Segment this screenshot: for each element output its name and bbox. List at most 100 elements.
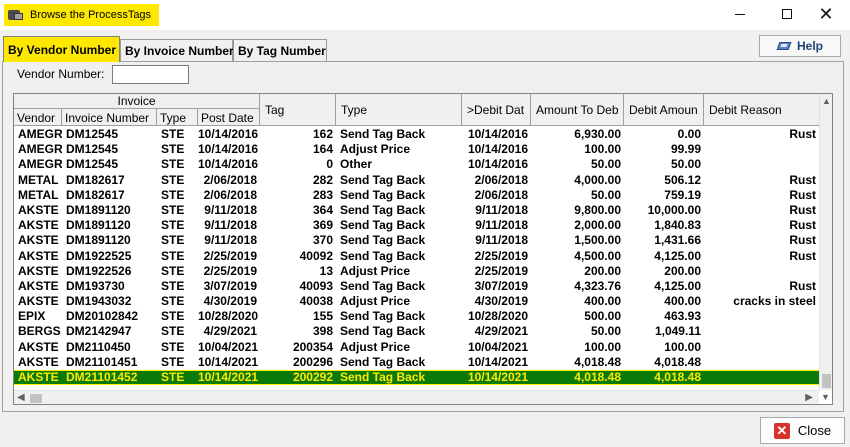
cell-post-date: 9/11/2018 xyxy=(204,218,257,233)
table-row[interactable]: METAL DM182617 STE 2/06/2018 283 Send Tag Bac… xyxy=(14,188,819,203)
cell-vendor: AMEGR xyxy=(18,157,62,172)
cell-debit-date: 10/04/2021 xyxy=(467,339,528,354)
cell-invoice-number: DM20102842 xyxy=(66,309,139,324)
table-row[interactable]: AMEGR DM12545 STE 10/14/2016 0 Other 10/14/201… xyxy=(14,157,819,172)
close-button[interactable]: ✕ Close xyxy=(760,417,845,444)
window-close-button[interactable]: ✕ xyxy=(806,0,846,28)
cell-invoice-type: STE xyxy=(161,354,185,369)
maximize-button[interactable] xyxy=(767,0,807,28)
cell-tag-type: Send Tag Back xyxy=(340,370,426,384)
scroll-right-icon[interactable]: ▶ xyxy=(805,392,813,403)
process-tags-grid[interactable]: Invoice Vendor Invoice Number Type Post … xyxy=(13,93,833,405)
table-row[interactable]: AMEGR DM12545 STE 10/14/2016 164 Adjust Price… xyxy=(14,142,819,157)
cell-vendor: AKSTE xyxy=(18,370,59,384)
cell-debit-reason: cracks in steel xyxy=(733,294,816,309)
cell-amount-to-debit: 400.00 xyxy=(584,294,621,309)
table-row[interactable]: AKSTE DM2110450 STE 10/04/2021 200354 Adjust … xyxy=(14,340,819,355)
maximize-icon xyxy=(782,9,792,19)
cell-tag: 200296 xyxy=(292,354,333,369)
cell-debit-date: 2/06/2018 xyxy=(474,172,528,187)
table-row[interactable]: METAL DM182617 STE 2/06/2018 282 Send Tag Bac… xyxy=(14,173,819,188)
table-row-selected[interactable]: AKSTE DM21101452 STE 10/14/2021 200292 Send T… xyxy=(14,370,819,386)
cell-tag-type: Adjust Price xyxy=(340,294,411,309)
help-label: Help xyxy=(796,39,823,53)
col-post-date-header[interactable]: Post Date xyxy=(198,109,260,126)
cell-invoice-number: DM1922525 xyxy=(66,248,132,263)
cell-tag: 364 xyxy=(312,202,333,217)
tab-by-tag-number[interactable]: By Tag Number xyxy=(233,39,327,61)
cell-debit-reason: Rust xyxy=(789,233,816,248)
cell-debit-reason xyxy=(704,324,819,339)
cell-tag: 369 xyxy=(312,218,333,233)
cell-tag-type: Other xyxy=(340,157,373,172)
col-vendor-header[interactable]: Vendor xyxy=(14,109,62,126)
col-amount-to-debit-header[interactable]: Amount To Deb xyxy=(531,94,624,126)
table-row[interactable]: AKSTE DM21101451 STE 10/14/2021 200296 Send T… xyxy=(14,355,819,370)
col-debit-amount-header[interactable]: Debit Amoun xyxy=(624,94,704,126)
table-row[interactable]: EPIX DM20102842 STE 10/28/2020 155 Send Tag B… xyxy=(14,309,819,324)
cell-post-date: 3/07/2019 xyxy=(203,278,257,293)
minimize-button[interactable] xyxy=(720,0,760,28)
table-row[interactable]: AKSTE DM1943032 STE 4/30/2019 40038 Adjust Pr… xyxy=(14,294,819,309)
cell-invoice-number: DM21101451 xyxy=(66,354,138,369)
col-tag-header[interactable]: Tag xyxy=(260,94,336,126)
table-row[interactable]: BERGS DM2142947 STE 4/29/2021 398 Send Tag Ba… xyxy=(14,324,819,339)
table-row[interactable]: AKSTE DM1891120 STE 9/11/2018 370 Send Tag Ba… xyxy=(14,233,819,248)
tab-by-vendor-number[interactable]: By Vendor Number xyxy=(3,36,120,62)
cell-tag: 164 xyxy=(312,142,333,157)
cell-amount-to-debit: 4,500.00 xyxy=(574,248,621,263)
cell-debit-reason: Rust xyxy=(789,172,816,187)
cell-tag-type: Send Tag Back xyxy=(340,187,426,202)
table-row[interactable]: AKSTE DM1922525 STE 2/25/2019 40092 Send Tag … xyxy=(14,249,819,264)
cell-invoice-type: STE xyxy=(161,294,185,309)
scroll-down-icon[interactable]: ▼ xyxy=(821,392,830,402)
scroll-left-icon[interactable]: ◀ xyxy=(17,392,25,403)
help-button[interactable]: Help xyxy=(759,35,841,57)
table-row[interactable]: AKSTE DM1922526 STE 2/25/2019 13 Adjust Price… xyxy=(14,264,819,279)
cell-invoice-type: STE xyxy=(161,157,185,172)
window-title-area: Browse the ProcessTags xyxy=(4,4,160,26)
col-debit-reason-header[interactable]: Debit Reason xyxy=(704,94,819,126)
col-debit-date-header[interactable]: >Debit Dat xyxy=(462,94,531,126)
cell-debit-amount: 4,018.48 xyxy=(654,370,701,384)
table-row[interactable]: AKSTE DM193730 STE 3/07/2019 40093 Send Tag B… xyxy=(14,279,819,294)
scroll-up-icon[interactable]: ▲ xyxy=(822,96,831,106)
app-icon xyxy=(8,8,24,22)
cell-invoice-number: DM1943032 xyxy=(66,294,132,309)
cell-amount-to-debit: 100.00 xyxy=(584,142,621,157)
horizontal-scrollbar[interactable]: ◀ ▶ xyxy=(14,390,819,404)
col-tag-type-header[interactable]: Type xyxy=(336,94,462,126)
vendor-number-input[interactable] xyxy=(112,65,189,84)
cell-amount-to-debit: 9,800.00 xyxy=(574,202,621,217)
cell-debit-reason: Rust xyxy=(789,127,816,141)
table-row[interactable]: AMEGR DM12545 STE 10/14/2016 162 Send Tag Bac… xyxy=(14,127,819,142)
vertical-scroll-thumb[interactable] xyxy=(822,374,831,388)
cell-invoice-type: STE xyxy=(161,248,185,263)
cell-tag-type: Adjust Price xyxy=(340,339,411,354)
cell-debit-amount: 1,840.83 xyxy=(654,218,701,233)
horizontal-scroll-thumb[interactable] xyxy=(30,394,42,403)
cell-vendor: AKSTE xyxy=(18,233,59,248)
col-invoice-type-header[interactable]: Type xyxy=(157,109,198,126)
cell-debit-date: 3/07/2019 xyxy=(474,278,528,293)
cell-debit-reason xyxy=(704,355,819,370)
cell-tag: 370 xyxy=(312,233,333,248)
cell-debit-amount: 0.00 xyxy=(677,127,701,141)
cell-vendor: AKSTE xyxy=(18,278,59,293)
cell-post-date: 10/14/2016 xyxy=(198,127,259,141)
cell-invoice-number: DM193730 xyxy=(66,278,125,293)
cell-tag: 162 xyxy=(312,127,333,141)
col-invoice-number-header[interactable]: Invoice Number xyxy=(62,109,157,126)
cell-amount-to-debit: 100.00 xyxy=(584,339,621,354)
vertical-scrollbar[interactable]: ▲ xyxy=(819,94,832,390)
cell-invoice-number: DM182617 xyxy=(66,187,125,202)
cell-invoice-number: DM2142947 xyxy=(66,324,132,339)
table-row[interactable]: AKSTE DM1891120 STE 9/11/2018 364 Send Tag Ba… xyxy=(14,203,819,218)
cell-amount-to-debit: 4,000.00 xyxy=(574,172,621,187)
cell-invoice-type: STE xyxy=(161,324,185,339)
tab-by-invoice-number[interactable]: By Invoice Number xyxy=(120,39,234,61)
table-row[interactable]: AKSTE DM1891120 STE 9/11/2018 369 Send Tag Ba… xyxy=(14,218,819,233)
cell-debit-date: 4/29/2021 xyxy=(474,324,528,339)
close-label: Close xyxy=(797,423,832,438)
cell-tag: 282 xyxy=(312,172,333,187)
